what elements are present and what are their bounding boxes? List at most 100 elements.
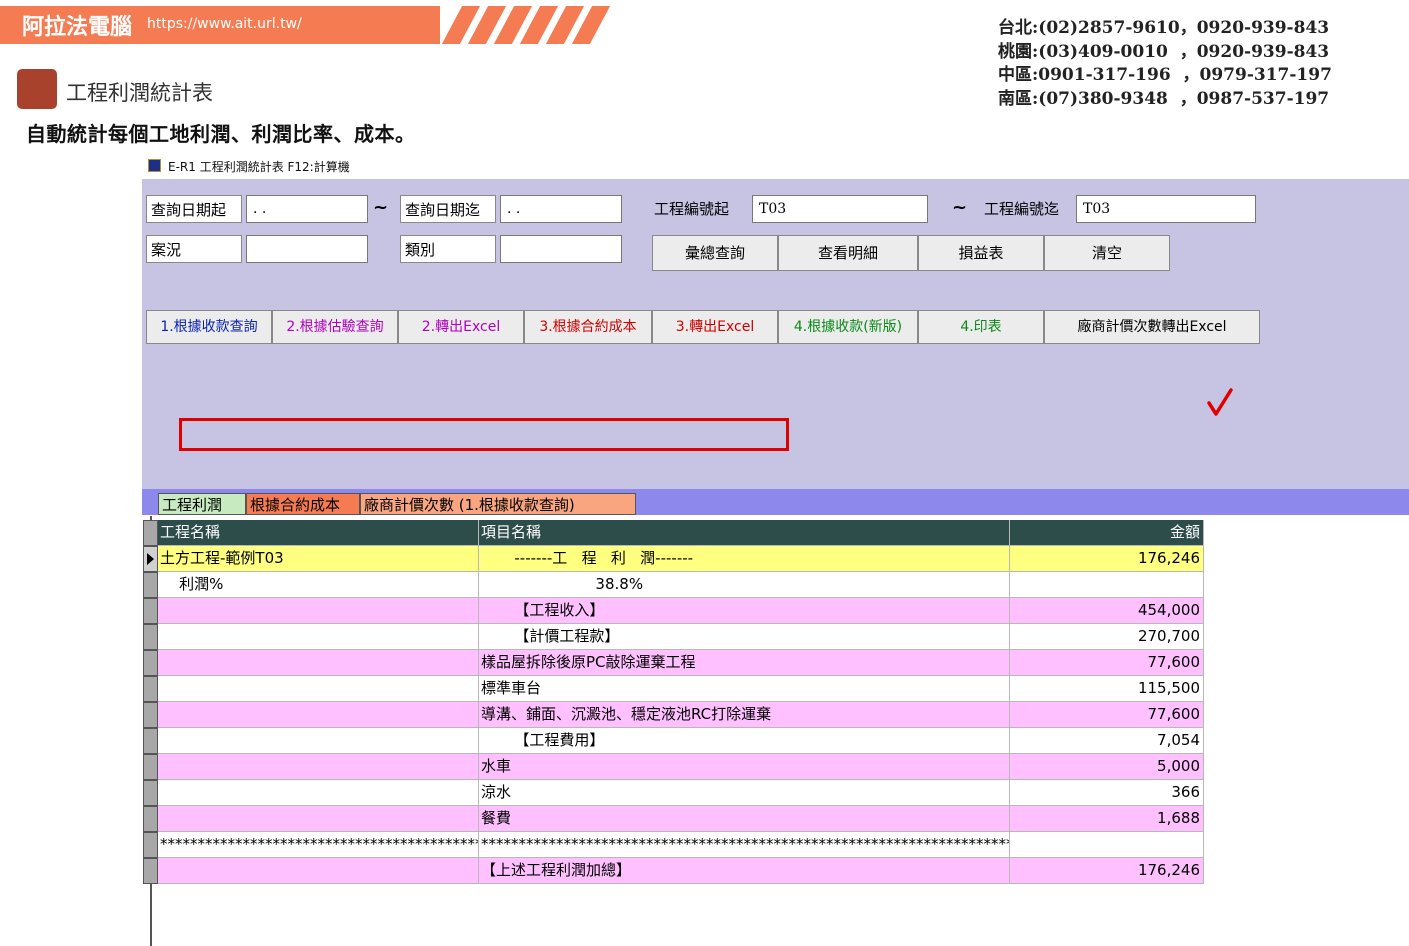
date-to-field[interactable]: . . bbox=[500, 195, 622, 223]
by-estimate-query-button[interactable]: 2.根據估驗查詢 bbox=[272, 310, 398, 344]
cell-item-name[interactable]: 38.8% bbox=[479, 572, 1010, 598]
date-from-label: 查詢日期起 bbox=[146, 195, 242, 223]
cell-project-name[interactable] bbox=[158, 624, 479, 650]
tab-project-profit[interactable]: 工程利潤 bbox=[158, 493, 246, 515]
category-label: 類別 bbox=[400, 235, 496, 263]
cell-project-name[interactable] bbox=[158, 702, 479, 728]
table-row[interactable]: 【工程費用】 7,054 bbox=[158, 728, 1204, 754]
row-indicator[interactable] bbox=[143, 572, 158, 598]
cell-amount[interactable]: 7,054 bbox=[1010, 728, 1204, 754]
row-indicator[interactable] bbox=[143, 702, 158, 728]
profit-loss-button[interactable]: 損益表 bbox=[918, 235, 1044, 271]
brand-url[interactable]: https://www.ait.url.tw/ bbox=[147, 16, 302, 32]
cell-item-name[interactable]: ****************************************… bbox=[479, 832, 1010, 858]
category-field[interactable] bbox=[500, 235, 622, 263]
cell-amount[interactable] bbox=[1010, 832, 1204, 858]
cell-project-name[interactable] bbox=[158, 754, 479, 780]
view-detail-button[interactable]: 查看明細 bbox=[778, 235, 918, 271]
cell-item-name[interactable]: 【工程費用】 bbox=[479, 728, 1010, 754]
row-indicator[interactable] bbox=[143, 598, 158, 624]
row-indicator[interactable] bbox=[143, 858, 158, 884]
cell-amount[interactable]: 176,246 bbox=[1010, 546, 1204, 572]
cell-project-name[interactable] bbox=[158, 728, 479, 754]
table-row[interactable]: 涼水 366 bbox=[158, 780, 1204, 806]
cell-project-name[interactable] bbox=[158, 806, 479, 832]
table-row[interactable]: 導溝、鋪面、沉澱池、穩定液池RC打除運棄 77,600 bbox=[158, 702, 1204, 728]
cell-project-name[interactable]: 土方工程-範例T03 bbox=[158, 546, 479, 572]
header-project-name[interactable]: 工程名稱 bbox=[158, 520, 479, 546]
cell-item-name[interactable]: 【計價工程款】 bbox=[479, 624, 1010, 650]
cell-amount[interactable]: 77,600 bbox=[1010, 650, 1204, 676]
project-from-field[interactable]: T03 bbox=[752, 195, 928, 223]
cell-amount[interactable]: 454,000 bbox=[1010, 598, 1204, 624]
cell-item-name[interactable]: 涼水 bbox=[479, 780, 1010, 806]
date-from-field[interactable]: . . bbox=[246, 195, 368, 223]
row-indicator[interactable] bbox=[143, 780, 158, 806]
by-receipt-new-button[interactable]: 4.根據收款(新版) bbox=[778, 310, 918, 344]
by-contract-cost-button[interactable]: 3.根據合約成本 bbox=[524, 310, 652, 344]
row-indicator[interactable] bbox=[143, 832, 158, 858]
row-indicator[interactable] bbox=[143, 728, 158, 754]
cell-amount[interactable]: 366 bbox=[1010, 780, 1204, 806]
by-receipt-query-button[interactable]: 1.根據收款查詢 bbox=[146, 310, 272, 344]
range-tilde: ~ bbox=[952, 197, 968, 218]
table-row[interactable]: 土方工程-範例T03 -------工 程 利 潤------- 176,246 bbox=[158, 546, 1204, 572]
table-row[interactable]: 【上述工程利潤加總】 176,246 bbox=[158, 858, 1204, 884]
table-row[interactable]: ****************************************… bbox=[158, 832, 1204, 858]
export-excel-button[interactable]: 3.轉出Excel bbox=[652, 310, 778, 344]
cell-item-name[interactable]: 水車 bbox=[479, 754, 1010, 780]
export-excel-button[interactable]: 2.轉出Excel bbox=[398, 310, 524, 344]
table-row[interactable]: 標準車台 115,500 bbox=[158, 676, 1204, 702]
table-row[interactable]: 【工程收入】 454,000 bbox=[158, 598, 1204, 624]
cell-project-name[interactable]: 利潤% bbox=[158, 572, 479, 598]
cell-amount[interactable] bbox=[1010, 572, 1204, 598]
cell-amount[interactable]: 115,500 bbox=[1010, 676, 1204, 702]
cell-item-name[interactable]: -------工 程 利 潤------- bbox=[479, 546, 1010, 572]
project-to-field[interactable]: T03 bbox=[1076, 195, 1256, 223]
row-indicator[interactable] bbox=[143, 650, 158, 676]
summary-query-button[interactable]: 彙總查詢 bbox=[652, 235, 778, 271]
cell-item-name[interactable]: 餐費 bbox=[479, 806, 1010, 832]
cell-item-name[interactable]: 標準車台 bbox=[479, 676, 1010, 702]
cell-project-name[interactable]: ****************************************… bbox=[158, 832, 479, 858]
case-field[interactable] bbox=[246, 235, 368, 263]
header-amount[interactable]: 金額 bbox=[1010, 520, 1204, 546]
row-indicator[interactable] bbox=[143, 754, 158, 780]
tab-contract-cost[interactable]: 根據合約成本 bbox=[246, 493, 360, 515]
cell-amount[interactable]: 5,000 bbox=[1010, 754, 1204, 780]
cell-project-name[interactable] bbox=[158, 676, 479, 702]
clear-button[interactable]: 清空 bbox=[1044, 235, 1170, 271]
cell-project-name[interactable] bbox=[158, 598, 479, 624]
table-row[interactable]: 樣品屋拆除後原PC敲除運棄工程 77,600 bbox=[158, 650, 1204, 676]
data-grid: 工程名稱 項目名稱 金額 土方工程-範例T03 -------工 程 利 潤--… bbox=[142, 516, 1409, 946]
table-header: 工程名稱 項目名稱 金額 bbox=[158, 520, 1204, 546]
cell-item-name[interactable]: 【工程收入】 bbox=[479, 598, 1010, 624]
page-subtitle: 自動統計每個工地利潤、利潤比率、成本。 bbox=[26, 122, 416, 146]
window-titlebar: E-R1 工程利潤統計表 F12:計算機 bbox=[142, 153, 1409, 180]
cell-amount[interactable]: 176,246 bbox=[1010, 858, 1204, 884]
cell-item-name[interactable]: 【上述工程利潤加總】 bbox=[479, 858, 1010, 884]
header-item-name[interactable]: 項目名稱 bbox=[479, 520, 1010, 546]
checkmark-icon bbox=[1207, 388, 1233, 416]
cell-item-name[interactable]: 樣品屋拆除後原PC敲除運棄工程 bbox=[479, 650, 1010, 676]
cell-amount[interactable]: 77,600 bbox=[1010, 702, 1204, 728]
cell-item-name[interactable]: 導溝、鋪面、沉澱池、穩定液池RC打除運棄 bbox=[479, 702, 1010, 728]
phone-line: 中區:0901-317-196 ，0979-317-197 bbox=[998, 65, 1332, 85]
table-row[interactable]: 利潤% 38.8% bbox=[158, 572, 1204, 598]
tab-vendor-count[interactable]: 廠商計價次數 (1.根據收款查詢) bbox=[360, 493, 636, 515]
cell-amount[interactable]: 270,700 bbox=[1010, 624, 1204, 650]
table-row[interactable]: 餐費 1,688 bbox=[158, 806, 1204, 832]
cell-project-name[interactable] bbox=[158, 650, 479, 676]
row-indicator[interactable] bbox=[143, 806, 158, 832]
cell-project-name[interactable] bbox=[158, 858, 479, 884]
cell-project-name[interactable] bbox=[158, 780, 479, 806]
table-row[interactable]: 水車 5,000 bbox=[158, 754, 1204, 780]
table-row[interactable]: 【計價工程款】 270,700 bbox=[158, 624, 1204, 650]
print-report-button[interactable]: 4.印表 bbox=[918, 310, 1044, 344]
vendor-count-export-button[interactable]: 廠商計價次數轉出Excel bbox=[1044, 310, 1260, 344]
contact-phones: 台北:(02)2857-9610，0920-939-843 桃園:(03)409… bbox=[998, 17, 1332, 111]
row-indicator[interactable] bbox=[143, 624, 158, 650]
cell-amount[interactable]: 1,688 bbox=[1010, 806, 1204, 832]
row-indicator[interactable] bbox=[143, 676, 158, 702]
row-indicator[interactable] bbox=[143, 546, 158, 572]
